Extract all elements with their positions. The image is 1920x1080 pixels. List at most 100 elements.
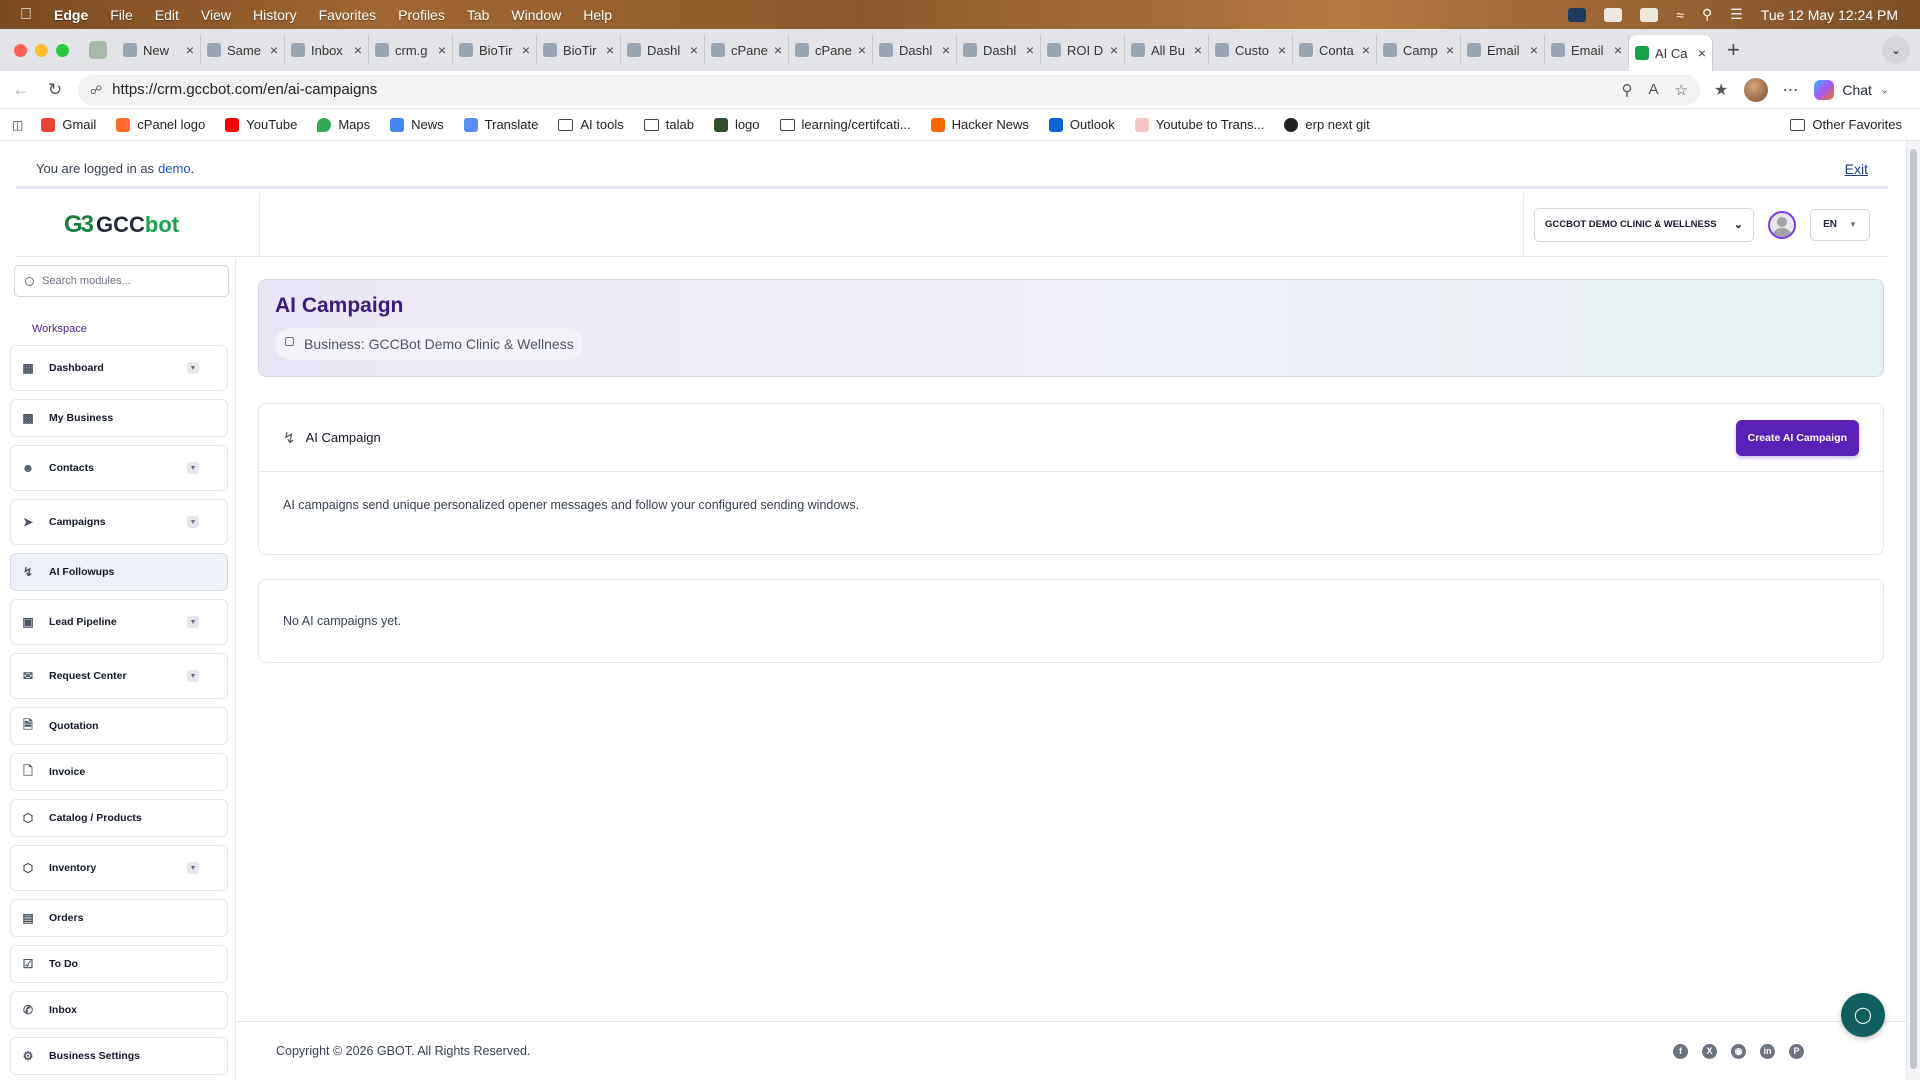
close-tab-icon[interactable]: × <box>354 42 362 58</box>
browser-tab[interactable]: Camp × <box>1377 35 1461 65</box>
sidebar-item-lead-pipeline[interactable]: ▣ Lead Pipeline ▼ <box>10 599 228 645</box>
bookmark-gmail[interactable]: Gmail <box>41 117 96 132</box>
sidebar-item-orders[interactable]: ▤ Orders <box>10 899 228 937</box>
create-ai-campaign-button[interactable]: Create AI Campaign <box>1735 419 1859 456</box>
browser-tab[interactable]: New × <box>117 35 201 65</box>
status-battery-icon[interactable] <box>1640 7 1659 22</box>
close-tab-icon[interactable]: × <box>1446 42 1454 58</box>
favorites-icon[interactable]: ★ <box>1714 80 1728 100</box>
browser-tab[interactable]: Dashl × <box>957 35 1041 65</box>
close-tab-icon[interactable]: × <box>942 42 950 58</box>
tab-list-chevron-icon[interactable]: ⌄ <box>1882 36 1910 64</box>
menu-favorites[interactable]: Favorites <box>319 7 377 23</box>
language-select[interactable]: EN ▼ <box>1810 208 1870 241</box>
chevron-down-icon[interactable]: ▼ <box>187 670 199 682</box>
browser-tab[interactable]: ROI D × <box>1041 35 1125 65</box>
bookmark-erp-next-git[interactable]: erp next git <box>1284 117 1370 132</box>
copilot-chat-button[interactable]: Chat ⌄ <box>1814 79 1889 100</box>
browser-tab[interactable]: Dashl × <box>873 35 957 65</box>
minimize-window-button[interactable] <box>35 43 48 57</box>
bookmark-youtube[interactable]: YouTube <box>225 117 297 132</box>
browser-tab[interactable]: BioTir × <box>453 35 537 65</box>
sidebar-item-quotation[interactable]: 🗎 Quotation <box>10 707 228 745</box>
sidebar-item-business-settings[interactable]: ⚙ Business Settings <box>10 1037 228 1075</box>
browser-tab[interactable]: Email × <box>1461 35 1545 65</box>
back-arrow-icon[interactable]: ← <box>4 80 38 100</box>
browser-tab[interactable]: Same × <box>201 35 285 65</box>
chevron-down-icon[interactable]: ▼ <box>187 362 199 374</box>
browser-tab[interactable]: cPane × <box>705 35 789 65</box>
browser-tab[interactable]: crm.g × <box>369 35 453 65</box>
x-twitter-icon[interactable]: X <box>1702 1043 1717 1059</box>
close-tab-icon[interactable]: × <box>1110 42 1118 58</box>
sidebar-item-catalog-products[interactable]: ⬡ Catalog / Products <box>10 799 228 837</box>
sidebar-item-my-business[interactable]: ▩ My Business <box>10 399 228 437</box>
close-tab-icon[interactable]: × <box>1278 42 1286 58</box>
more-menu-icon[interactable]: ⋯ <box>1782 80 1798 100</box>
close-tab-icon[interactable]: × <box>690 42 698 58</box>
close-tab-icon[interactable]: × <box>1614 42 1622 58</box>
menu-view[interactable]: View <box>201 7 231 23</box>
close-tab-icon[interactable]: × <box>1194 42 1202 58</box>
sidebar-item-inbox[interactable]: ✆ Inbox <box>10 991 228 1029</box>
close-window-button[interactable] <box>14 43 27 57</box>
menu-tab[interactable]: Tab <box>467 7 490 23</box>
zoom-icon[interactable]: ⚲ <box>1622 81 1633 99</box>
bookmark-outlook[interactable]: Outlook <box>1048 117 1115 132</box>
browser-tab[interactable]: Custo × <box>1209 35 1293 65</box>
sidebar-item-to-do[interactable]: ☑ To Do <box>10 945 228 983</box>
chat-bubble-button[interactable]: ◯ <box>1841 993 1885 1037</box>
browser-tab[interactable]: cPane × <box>789 35 873 65</box>
close-tab-icon[interactable]: × <box>1026 42 1034 58</box>
scrollbar-thumb[interactable] <box>1910 149 1917 1069</box>
bookmark-news[interactable]: News <box>390 117 444 132</box>
close-tab-icon[interactable]: × <box>1530 42 1538 58</box>
workspaces-icon[interactable] <box>89 41 107 59</box>
menu-app-name[interactable]: Edge <box>54 7 88 23</box>
read-aloud-icon[interactable]: A <box>1649 81 1659 99</box>
close-tab-icon[interactable]: × <box>522 42 530 58</box>
bookmark-other-favorites[interactable]: Other Favorites <box>1790 117 1902 132</box>
address-bar[interactable]: ☍ https://crm.gccbot.com/en/ai-campaigns… <box>78 74 1700 105</box>
close-tab-icon[interactable]: × <box>270 42 278 58</box>
bookmark-cpanel-logo[interactable]: cPanel logo <box>116 117 205 132</box>
browser-tab[interactable]: Email × <box>1545 35 1629 65</box>
sidebar-item-campaigns[interactable]: ➤ Campaigns ▼ <box>10 499 228 545</box>
close-tab-icon[interactable]: × <box>774 42 782 58</box>
chevron-down-icon[interactable]: ▼ <box>187 516 199 528</box>
browser-tab[interactable]: BioTir × <box>537 35 621 65</box>
chevron-down-icon[interactable]: ▼ <box>187 462 199 474</box>
menu-help[interactable]: Help <box>583 7 612 23</box>
bookmark-hacker-news[interactable]: Hacker News <box>930 117 1029 132</box>
chevron-down-icon[interactable]: ▼ <box>187 862 199 874</box>
wifi-icon[interactable]: ≈ <box>1676 7 1684 23</box>
close-tab-icon[interactable]: × <box>606 42 614 58</box>
favorite-star-icon[interactable]: ☆ <box>1675 81 1688 99</box>
bookmark-logo[interactable]: logo <box>713 117 760 132</box>
bookmark-folder-talab[interactable]: talab <box>643 117 694 132</box>
control-center-icon[interactable]: ☰ <box>1730 6 1743 23</box>
bookmark-translate[interactable]: Translate <box>463 117 538 132</box>
sidebar-item-ai-followups[interactable]: ↯ AI Followups <box>10 553 228 591</box>
bookmark-folder-learning[interactable]: learning/certifcati... <box>779 117 911 132</box>
user-avatar[interactable] <box>1768 210 1796 239</box>
pinterest-icon[interactable]: P <box>1789 1043 1804 1059</box>
menu-profiles[interactable]: Profiles <box>398 7 445 23</box>
menubar-clock[interactable]: Tue 12 May 12:24 PM <box>1761 7 1898 23</box>
browser-tab[interactable]: Conta × <box>1293 35 1377 65</box>
sidebar-item-contacts[interactable]: ☻ Contacts ▼ <box>10 445 228 491</box>
page-scrollbar[interactable] <box>1906 141 1920 1080</box>
reload-icon[interactable]: ↻ <box>38 80 72 100</box>
close-tab-icon[interactable]: × <box>1362 42 1370 58</box>
gccbot-logo[interactable]: G3 GCC bot <box>16 192 260 257</box>
browser-tab[interactable]: All Bu × <box>1125 35 1209 65</box>
close-tab-icon[interactable]: × <box>438 42 446 58</box>
bookmark-maps[interactable]: Maps <box>317 117 370 132</box>
exit-link[interactable]: Exit <box>1845 161 1868 177</box>
status-cloud-icon[interactable] <box>1604 7 1623 22</box>
linkedin-icon[interactable]: in <box>1760 1043 1775 1059</box>
status-app-icon[interactable] <box>1568 7 1587 22</box>
menu-file[interactable]: File <box>110 7 133 23</box>
close-tab-icon[interactable]: × <box>1698 45 1706 61</box>
sidebar-item-dashboard[interactable]: ▦ Dashboard ▼ <box>10 345 228 391</box>
